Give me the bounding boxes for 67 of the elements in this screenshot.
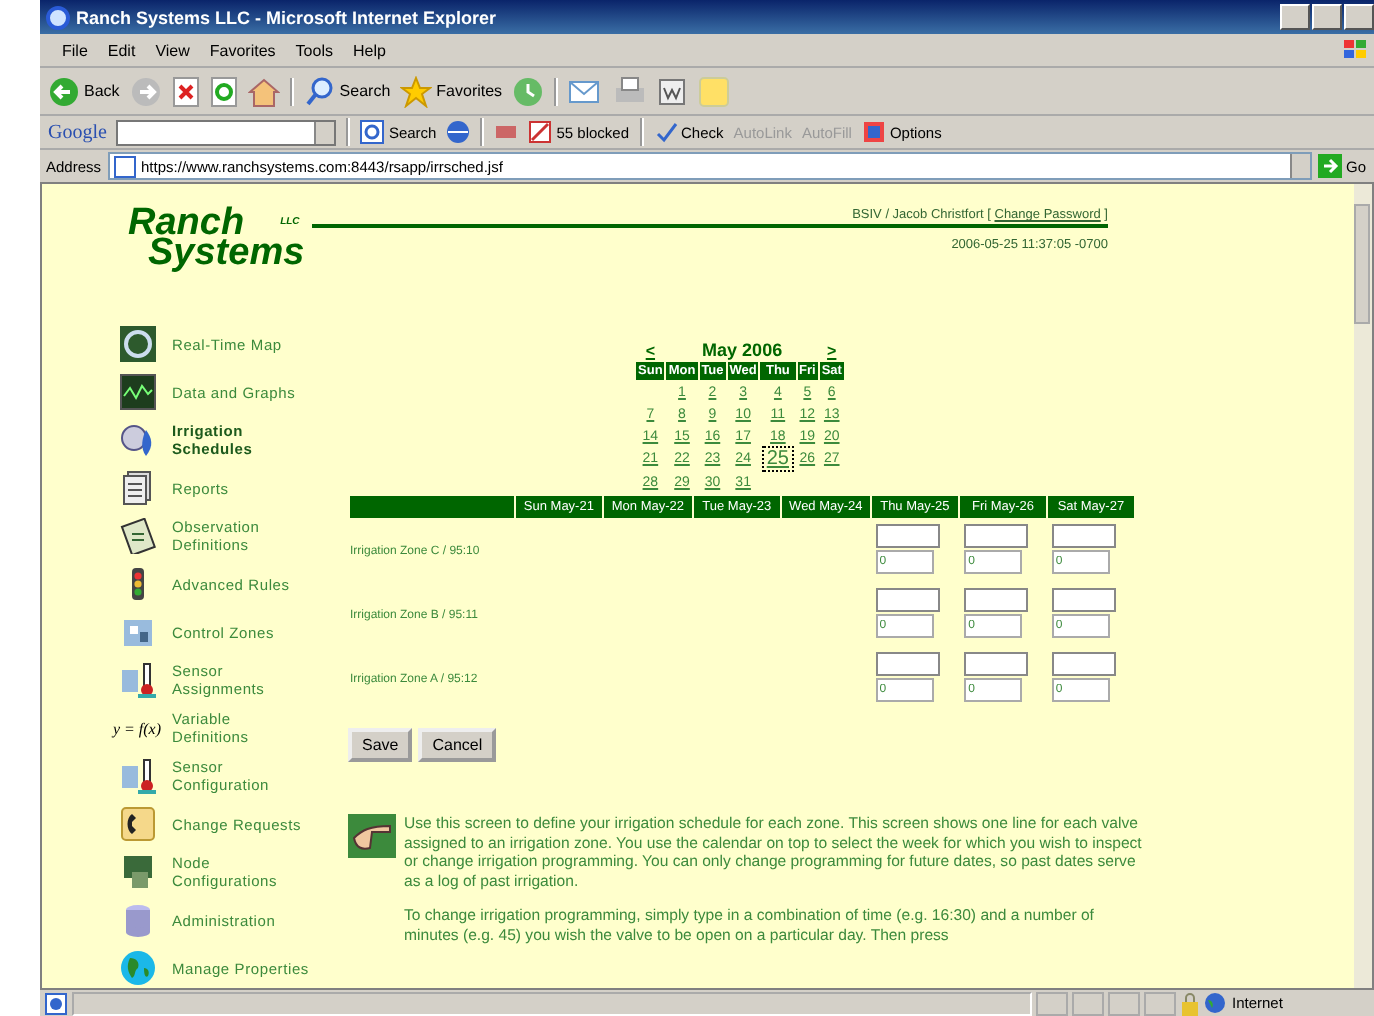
browser-icon bbox=[46, 5, 70, 29]
search-button[interactable]: Search bbox=[303, 75, 391, 107]
formula-icon: y = f(x) bbox=[112, 719, 162, 737]
status-panel bbox=[1072, 991, 1104, 1015]
document-icon[interactable] bbox=[119, 470, 155, 506]
start-time-field[interactable] bbox=[875, 524, 940, 548]
search-icon bbox=[303, 75, 336, 107]
start-time-field[interactable] bbox=[875, 588, 940, 612]
pointing-hand-icon bbox=[348, 814, 396, 858]
flag-logo-icon bbox=[1342, 38, 1370, 62]
status-panel bbox=[1036, 991, 1068, 1015]
forward-icon[interactable] bbox=[129, 75, 162, 107]
menu-item[interactable]: Tools bbox=[285, 41, 343, 59]
menu-item[interactable]: Favorites bbox=[199, 41, 286, 59]
previous-month-link[interactable]: < bbox=[645, 341, 656, 359]
start-time-field[interactable] bbox=[1051, 588, 1116, 612]
form-button[interactable]: Cancel bbox=[418, 728, 497, 762]
close-button[interactable] bbox=[1344, 4, 1374, 30]
lock-icon bbox=[1180, 991, 1200, 1015]
clock-icon[interactable] bbox=[119, 422, 155, 458]
calendar-day[interactable]: 25 bbox=[762, 446, 793, 472]
menu-item[interactable]: Edit bbox=[97, 41, 146, 59]
menu-item[interactable]: File bbox=[52, 41, 98, 59]
blocked-icon bbox=[528, 120, 553, 144]
options-icon bbox=[861, 120, 886, 144]
check-mark-icon bbox=[653, 120, 677, 144]
page-icon bbox=[44, 991, 68, 1015]
map-icon[interactable] bbox=[119, 326, 155, 362]
dropdown-button[interactable] bbox=[314, 121, 335, 143]
start-time-field[interactable] bbox=[964, 588, 1029, 612]
next-month-link[interactable]: > bbox=[827, 341, 837, 359]
calendar-title: May 2006 bbox=[702, 340, 783, 360]
clipboard-icon[interactable] bbox=[119, 518, 155, 554]
star-icon bbox=[400, 75, 433, 107]
status-panel bbox=[1144, 991, 1176, 1015]
scrollbar[interactable] bbox=[1354, 184, 1372, 988]
search-icon bbox=[360, 120, 385, 144]
start-time-field[interactable] bbox=[1051, 652, 1116, 676]
window-title: Ranch Systems LLC - Microsoft Internet Explorer bbox=[76, 7, 499, 27]
edit-icon[interactable] bbox=[656, 75, 689, 107]
history-icon[interactable] bbox=[512, 75, 545, 107]
google-search-field[interactable] bbox=[116, 119, 337, 145]
google-logo[interactable]: Google bbox=[48, 121, 107, 143]
stop-icon[interactable] bbox=[171, 75, 200, 107]
status-panel bbox=[1108, 991, 1140, 1015]
phone-icon[interactable] bbox=[119, 806, 155, 842]
thermometer-icon[interactable] bbox=[119, 662, 155, 698]
start-time-field[interactable] bbox=[1051, 524, 1116, 548]
maximize-button[interactable] bbox=[1312, 4, 1342, 30]
minimize-button[interactable] bbox=[1280, 4, 1310, 30]
back-button[interactable]: Back bbox=[48, 75, 120, 107]
form-button[interactable]: Save bbox=[348, 728, 413, 762]
home-icon[interactable] bbox=[247, 75, 280, 107]
chart-icon[interactable] bbox=[119, 374, 155, 410]
start-time-field[interactable] bbox=[964, 524, 1029, 548]
page-icon bbox=[113, 155, 136, 177]
favorites-button[interactable]: Favorites bbox=[400, 75, 503, 107]
menu-item[interactable]: Help bbox=[342, 41, 396, 59]
start-time-field[interactable] bbox=[964, 652, 1029, 676]
refresh-icon[interactable] bbox=[209, 75, 238, 107]
printer-icon[interactable] bbox=[614, 75, 647, 107]
menu-item[interactable]: View bbox=[145, 41, 200, 59]
thermometer-icon[interactable] bbox=[119, 758, 155, 794]
start-time-field[interactable] bbox=[875, 652, 940, 676]
mail-icon[interactable] bbox=[568, 75, 605, 107]
go-arrow-icon bbox=[1317, 154, 1342, 178]
dropdown-button[interactable] bbox=[1289, 154, 1310, 178]
